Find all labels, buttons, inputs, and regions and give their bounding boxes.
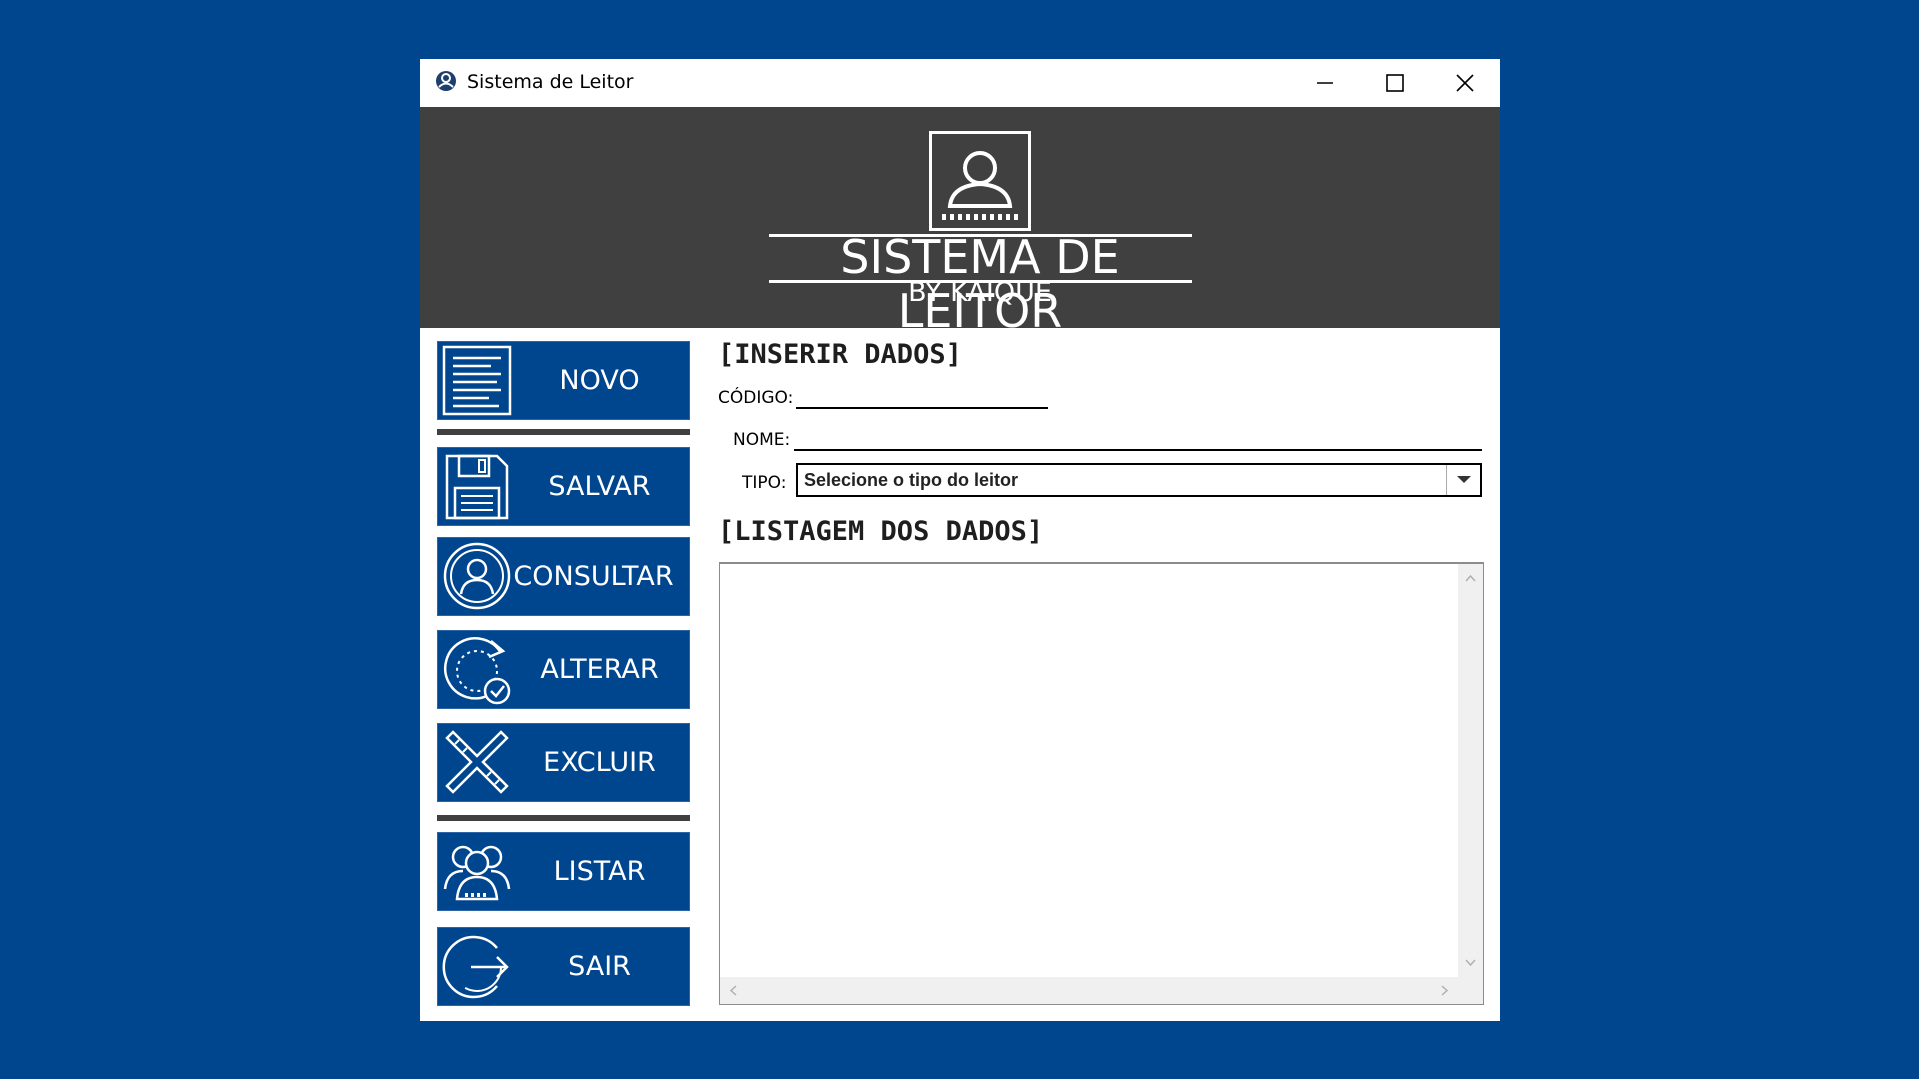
excluir-label: EXCLUIR xyxy=(543,747,656,778)
divider xyxy=(437,815,690,821)
alterar-label: ALTERAR xyxy=(540,654,659,685)
codigo-label: CÓDIGO: xyxy=(718,388,794,408)
scroll-up-icon[interactable] xyxy=(1458,568,1483,588)
insert-section-title: [INSERIR DADOS] xyxy=(718,339,962,370)
nome-underline xyxy=(794,449,1482,451)
logo-subtitle: BY KAIQUE xyxy=(908,277,1052,308)
alterar-button[interactable]: ALTERAR xyxy=(437,630,690,709)
horizontal-scrollbar[interactable] xyxy=(720,977,1458,1004)
app-window: Sistema de Leitor SISTEMA DE LEITOR BY K… xyxy=(420,59,1500,1021)
salvar-label: SALVAR xyxy=(548,471,651,502)
scroll-down-icon[interactable] xyxy=(1458,953,1483,973)
x-cross-icon xyxy=(445,730,509,794)
scroll-left-icon[interactable] xyxy=(724,977,744,1004)
exit-arrow-icon xyxy=(442,935,509,999)
data-listbox[interactable] xyxy=(719,562,1484,1005)
novo-label: NOVO xyxy=(559,365,640,396)
tipo-select[interactable]: Selecione o tipo do leitor xyxy=(796,463,1482,497)
codigo-underline xyxy=(796,407,1048,409)
vertical-scrollbar[interactable] xyxy=(1458,564,1483,977)
close-icon xyxy=(1456,74,1474,92)
chevron-down-icon xyxy=(1456,476,1471,483)
salvar-button[interactable]: SALVAR xyxy=(437,447,690,526)
minimize-button[interactable] xyxy=(1290,59,1360,107)
maximize-icon xyxy=(1386,74,1404,92)
window-title: Sistema de Leitor xyxy=(467,71,634,93)
codigo-field[interactable] xyxy=(796,379,1048,409)
listar-button[interactable]: LISTAR xyxy=(437,832,690,911)
floppy-disk-icon xyxy=(445,454,509,520)
novo-button[interactable]: NOVO xyxy=(437,341,690,420)
minimize-icon xyxy=(1317,82,1333,84)
divider xyxy=(437,429,690,435)
sair-label: SAIR xyxy=(568,951,631,982)
user-portrait-icon xyxy=(942,151,1018,220)
logo-emblem xyxy=(929,131,1031,231)
scroll-right-icon[interactable] xyxy=(1434,977,1454,1004)
consultar-button[interactable]: CONSULTAR xyxy=(437,537,690,616)
app-user-icon xyxy=(436,71,456,91)
maximize-button[interactable] xyxy=(1360,59,1430,107)
listar-label: LISTAR xyxy=(553,856,646,887)
excluir-button[interactable]: EXCLUIR xyxy=(437,723,690,802)
title-bar: Sistema de Leitor xyxy=(420,59,1500,107)
nome-label: NOME: xyxy=(733,430,791,450)
tipo-selected-value: Selecione o tipo do leitor xyxy=(804,470,1019,490)
refresh-check-icon xyxy=(444,637,511,705)
dropdown-button[interactable] xyxy=(1446,465,1480,495)
document-lines-icon xyxy=(442,345,512,416)
close-button[interactable] xyxy=(1430,59,1500,107)
nome-field[interactable] xyxy=(794,421,1482,451)
scrollbar-corner xyxy=(1458,977,1483,1004)
header-banner: SISTEMA DE LEITOR BY KAIQUE xyxy=(420,107,1500,338)
users-group-icon xyxy=(443,845,511,901)
tipo-label: TIPO: xyxy=(742,473,787,493)
sair-button[interactable]: SAIR xyxy=(437,927,690,1006)
list-section-title: [LISTAGEM DOS DADOS] xyxy=(718,516,1044,547)
consultar-label: CONSULTAR xyxy=(513,561,674,592)
